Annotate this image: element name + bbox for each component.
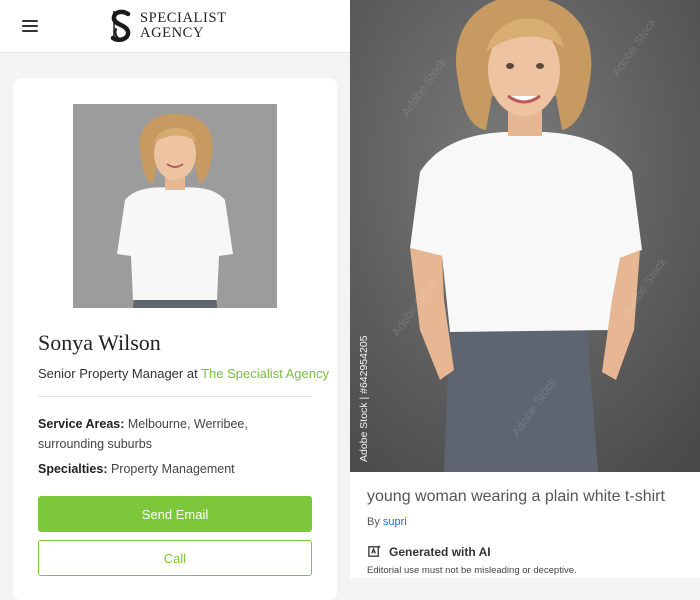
ai-generated-icon — [368, 544, 382, 557]
specialties-value: Property Management — [107, 462, 235, 476]
logo-monogram-icon — [110, 9, 131, 42]
service-areas: Service Areas: Melbourne, Werribee, surr… — [38, 414, 308, 454]
ai-generated-label: Generated with AI — [389, 544, 491, 559]
stock-id-label: Adobe Stock | #642954205 — [358, 335, 370, 463]
agent-name: Sonya Wilson — [38, 330, 161, 355]
stock-photo[interactable]: Adobe Stock Adobe Stock Adobe Stock Adob… — [350, 0, 700, 472]
logo-wordmark: SPECIALIST AGENCY — [140, 11, 227, 41]
agency-logo[interactable]: SPECIALIST AGENCY — [108, 7, 227, 45]
ai-generated-row: Generated with AI — [367, 544, 491, 559]
bottom-strip — [350, 578, 700, 600]
agent-photo — [73, 104, 277, 308]
call-button[interactable]: Call — [38, 540, 312, 576]
agent-role-text: Senior Property Manager at — [38, 366, 202, 381]
agency-link[interactable]: The Specialist Agency — [201, 366, 329, 381]
agent-card: Sonya Wilson Senior Property Manager at … — [13, 78, 337, 600]
specialties: Specialties: Property Management — [38, 459, 308, 479]
logo-line-1: SPECIALIST — [140, 10, 227, 26]
editorial-note: Editorial use must not be misleading or … — [367, 565, 577, 576]
logo-line-2: AGENCY — [140, 25, 205, 41]
byline: By supri — [367, 516, 407, 528]
byline-prefix: By — [367, 516, 383, 528]
divider — [38, 396, 312, 397]
specialties-label: Specialties: — [38, 462, 108, 476]
agency-profile-panel: SPECIALIST AGENCY Sonya Wilson Senior Pr… — [0, 0, 350, 600]
author-link[interactable]: supri — [383, 516, 407, 528]
hamburger-menu-icon[interactable] — [22, 20, 38, 32]
image-title: young woman wearing a plain white t-shir… — [367, 488, 665, 505]
service-areas-label: Service Areas: — [38, 417, 125, 431]
stock-photo-figure — [350, 0, 700, 472]
send-email-button[interactable]: Send Email — [38, 496, 312, 532]
agent-role: Senior Property Manager at The Specialis… — [38, 366, 329, 381]
stock-image-panel: Adobe Stock Adobe Stock Adobe Stock Adob… — [350, 0, 700, 600]
agent-photo-figure — [73, 104, 277, 308]
top-bar: SPECIALIST AGENCY — [0, 0, 350, 53]
